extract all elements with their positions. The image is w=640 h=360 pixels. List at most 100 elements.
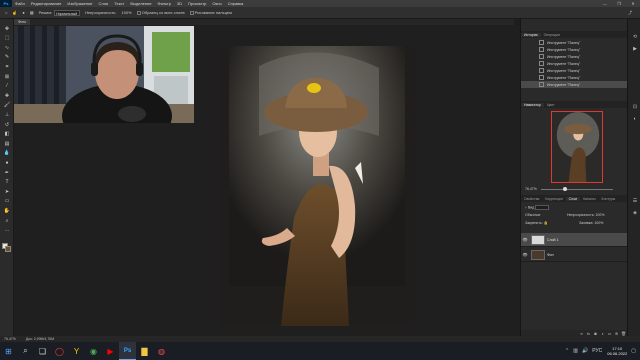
history-item-current[interactable]: Инструмент "Палец": [521, 81, 627, 88]
lock-icon[interactable]: 🔒: [544, 221, 548, 225]
document-tab[interactable]: Фото: [14, 19, 31, 25]
tab-adjustments[interactable]: Коррекция: [542, 197, 565, 201]
menu-image[interactable]: Изображение: [64, 1, 95, 6]
adjustment-icon[interactable]: ◑: [599, 331, 606, 336]
link-icon[interactable]: ∞: [578, 331, 585, 336]
chevron-up-icon[interactable]: ⌃: [565, 348, 569, 354]
healing-tool-icon[interactable]: ✚: [3, 92, 11, 99]
home-icon[interactable]: ⌂: [5, 10, 7, 15]
layer-filter[interactable]: ⌕ Вид: [525, 205, 550, 210]
trash-icon[interactable]: 🗑: [620, 331, 627, 336]
finger-checkbox[interactable]: [189, 10, 194, 15]
tab-properties[interactable]: Свойства: [521, 197, 542, 201]
dodge-tool-icon[interactable]: ●: [3, 159, 11, 166]
navigator-preview[interactable]: [551, 111, 603, 183]
explorer-icon[interactable]: ▇: [136, 342, 153, 360]
fx-icon[interactable]: fx: [585, 331, 592, 336]
layer-row[interactable]: 👁 Фон: [521, 248, 627, 262]
color-panel-icon[interactable]: ◐: [631, 115, 639, 123]
layer-name[interactable]: Слой 1: [547, 238, 558, 242]
shape-tool-icon[interactable]: ▭: [3, 198, 11, 205]
tab-navigator[interactable]: Навигатор: [521, 102, 544, 107]
crop-tool-icon[interactable]: ⌗: [3, 63, 11, 70]
menu-layers[interactable]: Слои: [96, 1, 112, 6]
tab-history[interactable]: История: [521, 32, 541, 37]
notifications-icon[interactable]: ▢: [631, 348, 636, 354]
kind-select[interactable]: [535, 205, 550, 210]
navigator-zoom-value[interactable]: 76,47%: [525, 187, 537, 191]
clock[interactable]: 17:10 06.06.2022: [607, 346, 627, 356]
gradient-tool-icon[interactable]: ▤: [3, 140, 11, 147]
more-tools-icon[interactable]: …: [3, 227, 11, 234]
menu-type[interactable]: Текст: [111, 1, 127, 6]
blur-tool-icon[interactable]: 💧: [3, 150, 11, 157]
sample-all-checkbox[interactable]: [136, 10, 141, 15]
menu-3d[interactable]: 3D: [174, 1, 185, 6]
marquee-tool-icon[interactable]: ⬚: [3, 35, 11, 42]
history-brush-tool-icon[interactable]: ↺: [3, 121, 11, 128]
share-icon[interactable]: ⤴: [628, 10, 632, 16]
visibility-eye-icon[interactable]: 👁: [521, 252, 529, 257]
new-layer-icon[interactable]: ⊕: [613, 331, 620, 336]
network-icon[interactable]: ▥: [573, 348, 578, 354]
history-panel-icon[interactable]: ⟲: [631, 33, 639, 41]
opera-icon[interactable]: ◯: [51, 342, 68, 360]
eyedropper-tool-icon[interactable]: ⁄: [3, 83, 11, 90]
layer-fill[interactable]: Заливка: 100%: [579, 221, 603, 225]
actions-panel-icon[interactable]: ▶: [631, 45, 639, 53]
brush-settings-icon[interactable]: ▦: [30, 10, 34, 15]
smudge-preset-icon[interactable]: ☝: [12, 10, 17, 15]
layer-name[interactable]: Фон: [547, 253, 554, 257]
language-indicator[interactable]: РУС: [592, 348, 602, 354]
zoom-tool-icon[interactable]: ⌕: [3, 217, 11, 224]
brush-size-icon[interactable]: ●: [22, 10, 24, 15]
pen-tool-icon[interactable]: ✒: [3, 169, 11, 176]
status-doc-info[interactable]: Док: 2,99M/4,76M: [26, 337, 54, 341]
visibility-eye-icon[interactable]: 👁: [521, 237, 529, 242]
history-item[interactable]: Инструмент "Палец": [521, 46, 627, 53]
lasso-tool-icon[interactable]: ∿: [3, 44, 11, 51]
navigator-zoom-slider[interactable]: [541, 189, 613, 190]
quick-select-tool-icon[interactable]: ✎: [3, 54, 11, 61]
photoshop-logo[interactable]: Ps: [0, 0, 12, 7]
brush-tool-icon[interactable]: 🖌: [3, 102, 11, 109]
tab-channels[interactable]: Каналы: [580, 197, 598, 201]
frame-tool-icon[interactable]: ⊠: [3, 73, 11, 80]
layer-row[interactable]: 👁 Слой 1: [521, 233, 627, 247]
menu-edit[interactable]: Редактирование: [28, 1, 64, 6]
move-tool-icon[interactable]: ✥: [3, 25, 11, 32]
stamp-tool-icon[interactable]: ⊥: [3, 111, 11, 118]
history-item[interactable]: Инструмент "Палец": [521, 60, 627, 67]
tab-actions[interactable]: Операции: [541, 33, 563, 37]
navigator-zoom-knob[interactable]: [563, 187, 567, 191]
group-icon[interactable]: ▭: [606, 331, 613, 336]
mask-icon[interactable]: ◙: [592, 331, 599, 336]
properties-panel-icon[interactable]: ☰: [631, 197, 639, 205]
layer-opacity-value[interactable]: 100%: [595, 213, 604, 217]
status-zoom[interactable]: 76,47%: [4, 337, 16, 341]
start-icon[interactable]: ⊞: [0, 342, 17, 360]
volume-icon[interactable]: 🔊: [582, 348, 588, 354]
search-icon[interactable]: ⌕: [17, 342, 34, 360]
opacity-value[interactable]: 100%: [122, 10, 132, 15]
path-select-tool-icon[interactable]: ➤: [3, 188, 11, 195]
task-view-icon[interactable]: ❏: [34, 342, 51, 360]
minimize-button[interactable]: —: [598, 0, 612, 7]
maximize-button[interactable]: ❐: [612, 0, 626, 7]
youtube-icon[interactable]: ▶: [102, 342, 119, 360]
photoshop-icon[interactable]: Ps: [119, 342, 136, 360]
layers-panel-icon[interactable]: ◈: [631, 209, 639, 217]
type-tool-icon[interactable]: T: [3, 179, 11, 186]
background-color-swatch[interactable]: [5, 246, 11, 252]
navigator-panel-icon[interactable]: ⊡: [631, 103, 639, 111]
history-item[interactable]: Инструмент "Палец": [521, 39, 627, 46]
chrome-icon[interactable]: ◉: [85, 342, 102, 360]
menu-filter[interactable]: Фильтр: [155, 1, 174, 6]
menu-view[interactable]: Просмотр: [185, 1, 209, 6]
yandex-icon[interactable]: Y: [68, 342, 85, 360]
history-item[interactable]: Инструмент "Палец": [521, 53, 627, 60]
sample-all-option[interactable]: Образец со всех слоев: [136, 10, 185, 15]
hand-tool-icon[interactable]: ✋: [3, 207, 11, 214]
menu-select[interactable]: Выделение: [127, 1, 154, 6]
eraser-tool-icon[interactable]: ◧: [3, 131, 11, 138]
